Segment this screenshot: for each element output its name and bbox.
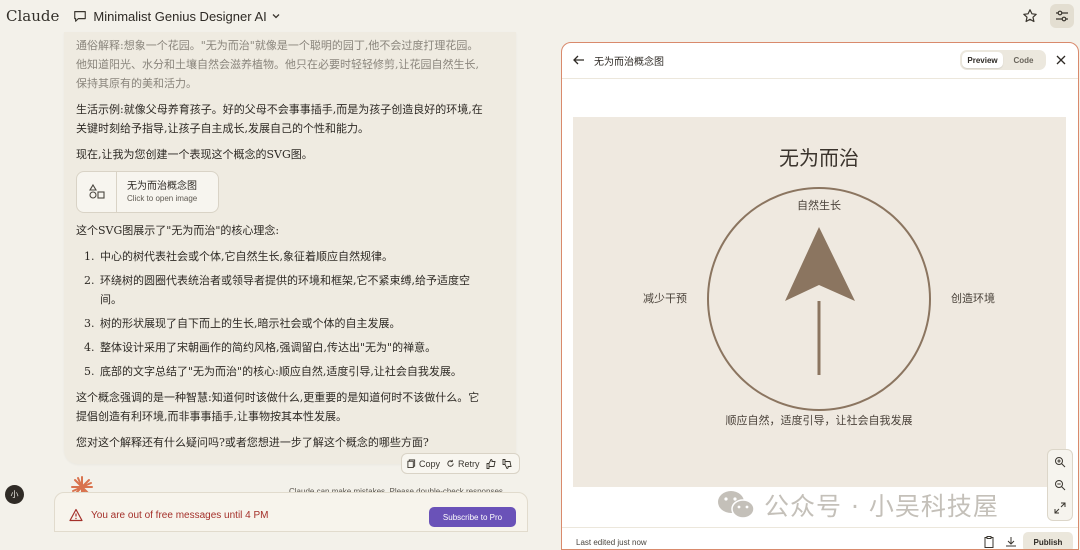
list-item: 整体设计采用了宋朝画作的简约风格,强调留白,传达出"无为"的禅意。 [98, 338, 486, 357]
assistant-message-text: 通俗解释:想象一个花园。"无为而治"就像是一个聪明的园丁,他不会过度打理花园。他… [76, 36, 486, 459]
message-list: 中心的树代表社会或个体,它自然生长,象征着顺应自然规律。 环绕树的圆圈代表统治者… [98, 247, 486, 381]
diagram-label-right: 创造环境 [951, 291, 995, 305]
project-name: Minimalist Genius Designer AI [93, 8, 267, 24]
zoom-toolbar [1047, 449, 1073, 521]
thumbs-down-icon [502, 458, 512, 469]
thumbs-down-button[interactable] [502, 458, 512, 469]
diagram-title: 无为而治 [779, 146, 859, 170]
tree-arrow-head [785, 227, 855, 301]
list-item: 环绕树的圆圈代表统治者或领导者提供的环境和框架,它不紧束缚,给予适度空间。 [98, 271, 486, 309]
message-paragraph: 这个SVG图展示了"无为而治"的核心理念: [76, 224, 280, 237]
message-paragraph: 生活示例:就像父母养育孩子。好的父母不会事事插手,而是为孩子创造良好的环境,在关… [76, 103, 483, 135]
thumbs-up-icon [486, 458, 496, 469]
fullscreen-button[interactable] [1052, 500, 1068, 516]
artifact-panel: 无为而治概念图 Preview Code 无为而治 自然生长 减少干预 创造环境… [561, 42, 1079, 550]
limit-warning-bar: You are out of free messages until 4 PM … [54, 492, 528, 532]
message-actions: Copy Retry [401, 453, 520, 474]
tab-code[interactable]: Code [1003, 52, 1044, 68]
diagram-label-bottom: 顺应自然，适度引导，让社会自我发展 [726, 413, 913, 427]
wechat-icon [718, 491, 755, 519]
close-icon[interactable] [1054, 53, 1068, 67]
concept-diagram: 无为而治 自然生长 减少干预 创造环境 顺应自然，适度引导，让社会自我发展 [643, 146, 995, 427]
artifact-title: 无为而治概念图 [594, 57, 664, 68]
thumbs-up-button[interactable] [486, 458, 496, 469]
last-edited-text: Last edited just now [576, 538, 647, 547]
message-paragraph: 这个概念强调的是一种智慧:知道何时该做什么,更重要的是知道何时不该做什么。它提倡… [76, 391, 480, 423]
diagram-label-top: 自然生长 [797, 198, 841, 212]
watermark: 公众号 · 小吴科技屋 [716, 485, 1046, 525]
settings-toggle-button[interactable] [1050, 4, 1074, 28]
artifact-header: 无为而治概念图 Preview Code [562, 43, 1078, 79]
diagram-label-left: 减少干预 [643, 292, 687, 305]
watermark-text: 公众号 · 小吴科技屋 [764, 492, 999, 521]
retry-button[interactable]: Retry [446, 459, 480, 469]
message-paragraph: 通俗解释:想象一个花园。"无为而治"就像是一个聪明的园丁,他不会过度打理花园。他… [76, 39, 479, 90]
tab-preview[interactable]: Preview [962, 52, 1003, 68]
project-selector[interactable]: Minimalist Genius Designer AI [73, 9, 280, 24]
zoom-out-icon [1055, 479, 1066, 491]
retry-label: Retry [458, 458, 480, 469]
message-paragraph: 您对这个解释还有什么疑问吗?或者您想进一步了解这个概念的哪些方面? [76, 436, 429, 449]
environment-circle [707, 187, 931, 411]
expand-icon [1054, 502, 1066, 514]
copy-icon [407, 459, 416, 468]
subscribe-button[interactable]: Subscribe to Pro [429, 507, 516, 527]
user-avatar[interactable]: 小 [5, 485, 24, 504]
list-item: 树的形状展现了自下而上的生长,暗示社会或个体的自主发展。 [98, 314, 486, 333]
copy-button[interactable]: Copy [407, 459, 440, 469]
warning-icon [69, 508, 83, 522]
shapes-icon [77, 172, 117, 212]
chat-column: 通俗解释:想象一个花园。"无为而治"就像是一个聪明的园丁,他不会过度打理花园。他… [0, 32, 545, 550]
artifact-card-title: 无为而治概念图 [127, 181, 197, 192]
top-bar: Claude Minimalist Genius Designer AI [0, 0, 1080, 32]
artifact-card[interactable]: 无为而治概念图 Click to open image [76, 171, 219, 213]
view-toggle: Preview Code [960, 50, 1046, 70]
star-button[interactable] [1018, 4, 1042, 28]
artifact-card-subtitle: Click to open image [127, 194, 198, 203]
list-item: 中心的树代表社会或个体,它自然生长,象征着顺应自然规律。 [98, 247, 486, 266]
artifact-canvas: 无为而治 自然生长 减少干预 创造环境 顺应自然，适度引导，让社会自我发展 [573, 117, 1066, 487]
retry-icon [447, 459, 454, 467]
download-icon[interactable] [1004, 535, 1018, 549]
chat-bubble-icon [74, 11, 87, 22]
chevron-down-icon [272, 14, 280, 19]
brand-logo[interactable]: Claude [6, 7, 59, 25]
limit-warning-text: You are out of free messages until 4 PM [91, 510, 269, 521]
copy-label: Copy [419, 458, 441, 469]
zoom-out-button[interactable] [1052, 477, 1068, 493]
list-item: 底部的文字总结了"无为而治"的核心:顺应自然,适度引导,让社会自我发展。 [98, 362, 486, 381]
zoom-in-icon [1055, 456, 1066, 468]
clipboard-icon[interactable] [982, 535, 996, 549]
publish-button[interactable]: Publish [1023, 532, 1073, 549]
sliders-icon [1056, 10, 1068, 22]
back-arrow-icon[interactable] [572, 53, 586, 67]
star-icon [1023, 9, 1037, 23]
zoom-in-button[interactable] [1052, 454, 1068, 470]
message-paragraph: 现在,让我为您创建一个表现这个概念的SVG图。 [76, 148, 313, 161]
artifact-footer: Last edited just now Publish [562, 527, 1078, 549]
